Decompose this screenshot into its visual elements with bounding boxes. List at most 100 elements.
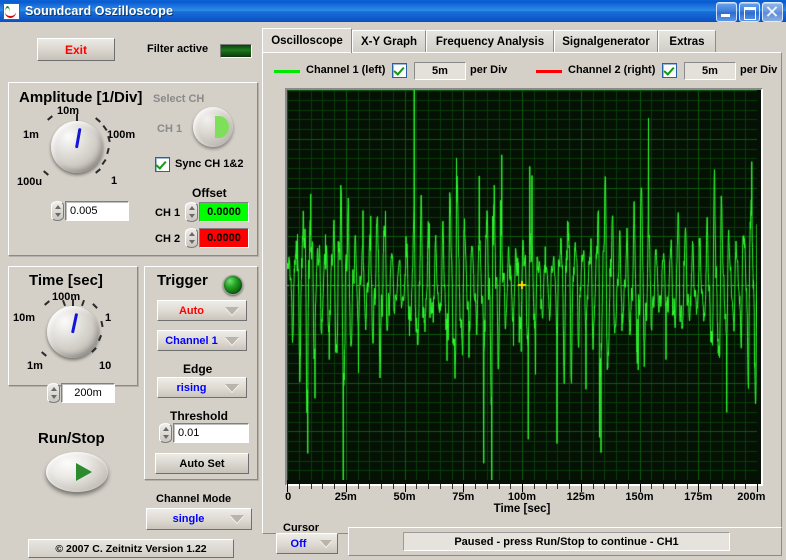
x-axis-minor-tick	[604, 484, 606, 489]
channel-2-checkbox[interactable]	[662, 63, 677, 78]
x-axis-tick-label: 75m	[452, 491, 475, 503]
x-axis-minor-tick	[310, 484, 312, 489]
trigger-mode-combo[interactable]: Auto	[157, 300, 247, 321]
select-ch-value: CH 1	[157, 123, 183, 135]
time-tick-1: 1	[105, 312, 112, 324]
x-axis-minor-tick	[392, 484, 394, 489]
x-axis-minor-tick	[381, 484, 382, 489]
channel-1-color-swatch	[274, 70, 300, 73]
time-value-field[interactable]: 200m	[61, 383, 115, 403]
x-axis-minor-tick	[322, 484, 324, 489]
run-stop-button[interactable]	[46, 452, 108, 492]
trigger-threshold-field[interactable]: 0.01	[173, 423, 249, 443]
tab-signalgenerator[interactable]: Signalgenerator	[554, 30, 658, 52]
x-axis-tick-label: 100m	[507, 491, 537, 503]
x-axis: 0 25m 50m 75m 100m 125m 150m 175m 200m	[285, 484, 765, 503]
channel-2-perdiv-field[interactable]: 5m	[684, 62, 736, 80]
x-axis-minor-tick	[721, 484, 723, 489]
trigger-led	[223, 275, 243, 295]
x-axis-minor-tick	[592, 484, 594, 489]
x-axis-minor-tick	[475, 484, 476, 489]
sync-ch-checkbox[interactable]	[155, 157, 170, 172]
channel-2-label: Channel 2 (right)	[568, 64, 656, 76]
amplitude-title: Amplitude [1/Div]	[19, 89, 143, 106]
sync-ch-label: Sync CH 1&2	[175, 158, 244, 170]
offset-ch1-field[interactable]: 0.0000	[199, 202, 249, 222]
window-titlebar: Soundcard Oszilloscope	[0, 0, 786, 22]
chevron-down-icon	[225, 336, 239, 345]
minimize-button[interactable]	[716, 2, 737, 22]
x-axis-tick-label: 25m	[334, 491, 357, 503]
time-title: Time [sec]	[29, 272, 103, 289]
chevron-down-icon	[320, 540, 332, 547]
tab-extras[interactable]: Extras	[658, 30, 716, 52]
channel-1-label: Channel 1 (left)	[306, 64, 386, 76]
time-group: Time [sec] 100m 10m 1 1m 10 200m	[8, 266, 138, 403]
x-axis-tick-label: 50m	[393, 491, 416, 503]
amplitude-tick-100m: 100m	[107, 129, 136, 141]
close-button[interactable]	[762, 2, 783, 22]
x-axis-minor-tick	[651, 484, 653, 489]
oscilloscope-icon	[3, 2, 20, 20]
x-axis-title: Time [sec]	[493, 503, 551, 515]
x-axis-tick-label: 200m	[737, 491, 766, 503]
x-axis-minor-tick	[439, 484, 441, 489]
x-axis-tick-label: 150m	[625, 491, 654, 503]
offset-label: Offset	[192, 186, 227, 200]
x-axis-minor-tick	[616, 484, 617, 489]
auto-set-button[interactable]: Auto Set	[155, 453, 249, 474]
channel-1-perdiv-field[interactable]: 5m	[414, 62, 466, 80]
tab-frequency-analysis[interactable]: Frequency Analysis	[426, 30, 554, 52]
amplitude-group: Amplitude [1/Div] 10m 1m 100m 100u 1 0.0…	[8, 82, 258, 256]
x-axis-minor-tick	[569, 484, 570, 489]
status-frame: Paused - press Run/Stop to continue - CH…	[348, 527, 782, 556]
exit-button[interactable]: Exit	[37, 38, 115, 61]
amplitude-tick-1m: 1m	[23, 129, 39, 141]
x-axis-minor-tick	[545, 484, 547, 489]
trigger-threshold-spinner[interactable]	[159, 423, 172, 443]
trigger-edge-value: rising	[176, 381, 207, 394]
x-axis-minor-tick	[416, 484, 418, 489]
tab-xy-graph[interactable]: X-Y Graph	[352, 30, 426, 52]
x-axis-tick-label: 125m	[566, 491, 595, 503]
filter-active-label: Filter active	[147, 43, 209, 55]
channel-2-color-swatch	[536, 70, 562, 73]
trigger-edge-combo[interactable]: rising	[157, 377, 247, 398]
amplitude-knob[interactable]	[51, 121, 103, 173]
time-spinner[interactable]	[47, 383, 60, 403]
amplitude-tick-1: 1	[111, 175, 118, 187]
select-ch-knob[interactable]	[193, 107, 233, 147]
offset-ch1-spinner[interactable]	[185, 202, 198, 222]
x-axis-minor-tick	[686, 484, 688, 489]
trigger-threshold-label: Threshold	[170, 409, 229, 423]
channel-1-perdiv-label: per Div	[470, 64, 508, 76]
x-axis-minor-tick	[627, 484, 629, 489]
offset-ch2-field[interactable]: 0.0000	[199, 228, 249, 248]
offset-ch2-spinner[interactable]	[185, 228, 198, 248]
x-axis-minor-tick	[674, 484, 676, 489]
cursor-combo[interactable]: Off	[276, 533, 338, 554]
x-axis-minor-tick	[510, 484, 512, 489]
channel-2-perdiv-label: per Div	[740, 64, 778, 76]
x-axis-minor-tick	[428, 484, 429, 489]
amplitude-value-field[interactable]: 0.005	[65, 201, 129, 221]
chevron-down-icon	[225, 383, 239, 392]
tab-oscilloscope[interactable]: Oscilloscope	[262, 28, 352, 53]
channel-mode-combo[interactable]: single	[146, 508, 252, 530]
x-axis-minor-tick	[663, 484, 664, 489]
oscilloscope-app: Soundcard Oszilloscope Exit Filter activ…	[0, 0, 786, 560]
maximize-button[interactable]	[739, 2, 760, 22]
channel-1-checkbox[interactable]	[392, 63, 407, 78]
select-ch-label: Select CH	[153, 93, 205, 105]
x-axis-minor-tick	[357, 484, 359, 489]
trigger-source-combo[interactable]: Channel 1	[157, 330, 247, 351]
x-axis-minor-tick	[745, 484, 747, 489]
waveform-plot[interactable]	[285, 88, 763, 486]
trigger-group: Trigger Auto Channel 1 Edge rising Thres…	[144, 266, 258, 480]
channel-mode-label: Channel Mode	[156, 493, 232, 505]
x-axis-minor-tick	[533, 484, 535, 489]
x-axis-minor-tick	[710, 484, 711, 489]
amplitude-spinner[interactable]	[51, 201, 64, 221]
waveform-canvas[interactable]	[287, 90, 757, 480]
channel-mode-value: single	[172, 513, 205, 525]
